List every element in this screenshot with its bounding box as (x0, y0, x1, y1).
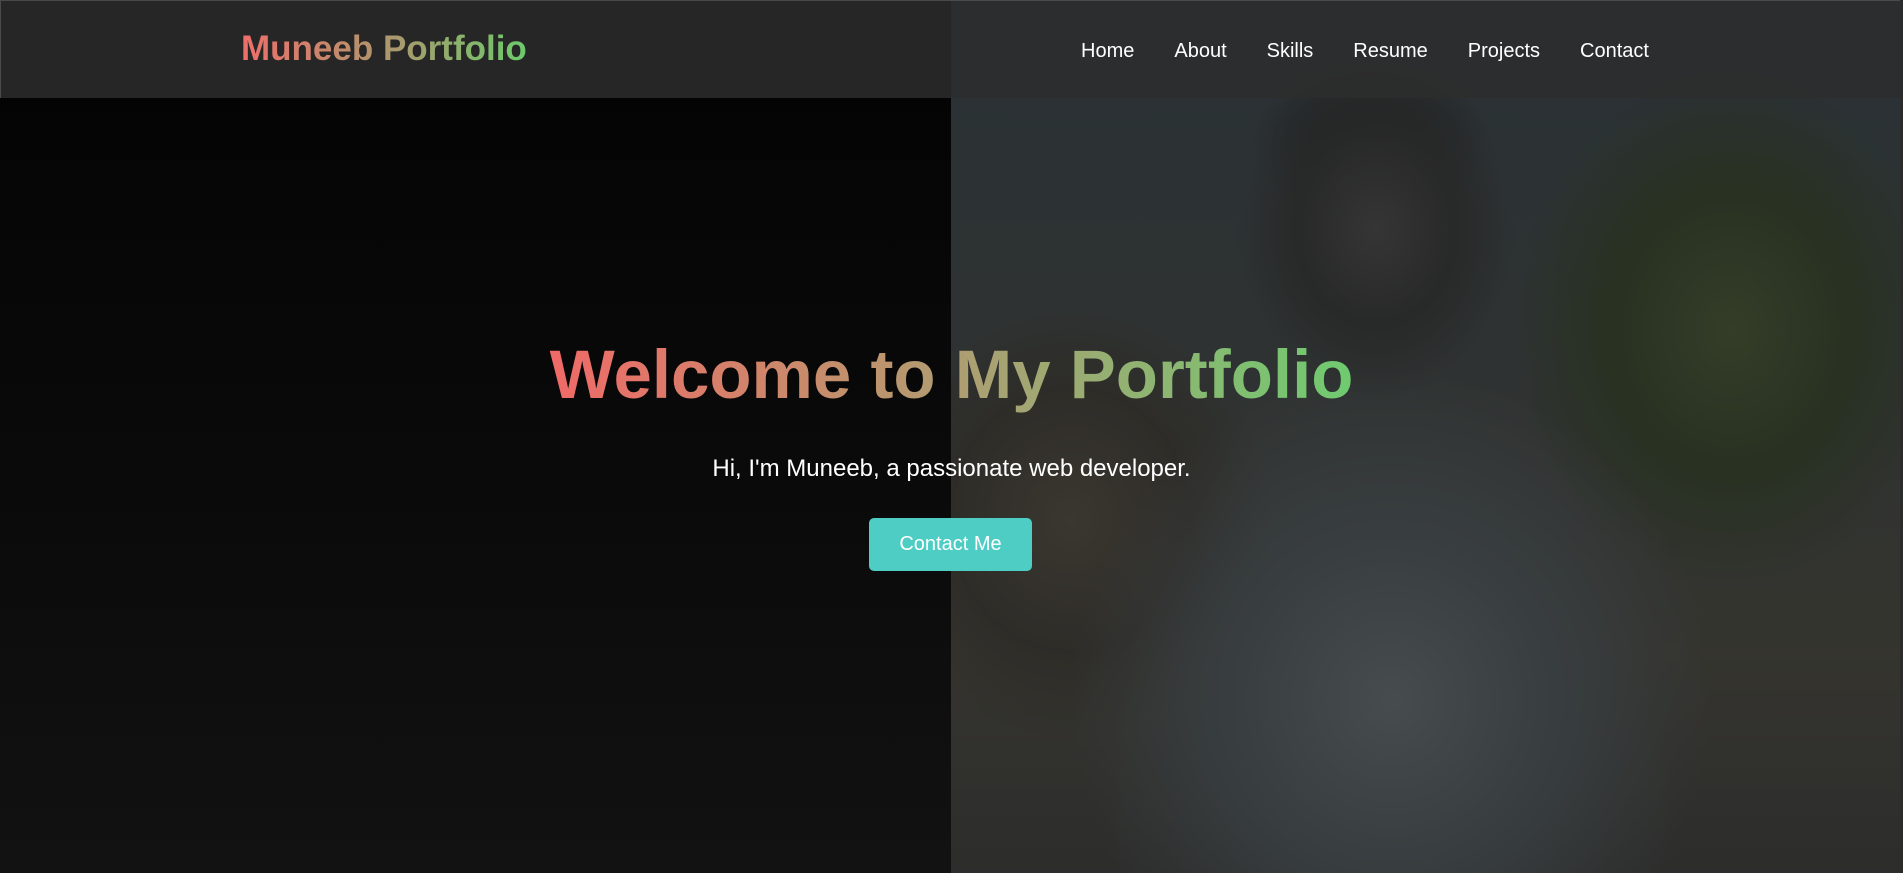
contact-me-button[interactable]: Contact Me (869, 518, 1032, 571)
hero-title: Welcome to My Portfolio (0, 335, 1903, 415)
hero-title-text: Welcome to My Portfolio (549, 336, 1354, 413)
hero-subtitle: Hi, I'm Muneeb, a passionate web develop… (712, 455, 1191, 482)
portfolio-page: Muneeb Portfolio Home About Skills Resum… (0, 0, 1903, 873)
browser-viewport: Muneeb Portfolio Home About Skills Resum… (0, 0, 1903, 873)
hero-section: Welcome to My Portfolio Hi, I'm Muneeb, … (0, 0, 1903, 873)
